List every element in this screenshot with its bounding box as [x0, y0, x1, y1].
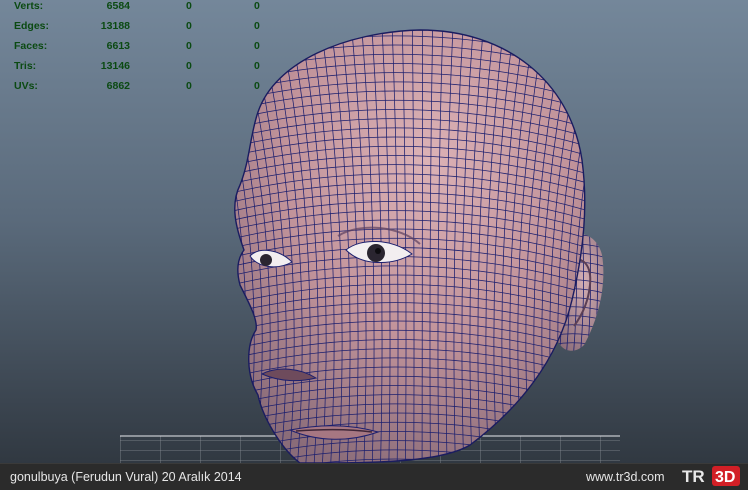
- hud-value: 0: [186, 80, 192, 92]
- svg-text:3D: 3D: [715, 469, 735, 486]
- svg-text:TR: TR: [682, 467, 705, 486]
- site-url[interactable]: www.tr3d.com: [586, 470, 665, 484]
- hud-value: 13188: [100, 20, 130, 32]
- hud-value: 6613: [106, 40, 130, 52]
- hud-value: 0: [254, 60, 260, 72]
- hud-value: 0: [254, 20, 260, 32]
- author-credit: gonulbuya (Ferudun Vural) 20 Aralık 2014: [10, 470, 242, 484]
- hud-label: UVs:: [14, 80, 38, 92]
- hud-value: 13146: [100, 60, 130, 72]
- poly-count-hud: Verts: 6584 0 0 Edges: 13188 0 0 Faces: …: [0, 0, 270, 100]
- hud-row-faces: Faces: 6613 0 0: [0, 40, 270, 60]
- hud-row-verts: Verts: 6584 0 0: [0, 0, 270, 20]
- hud-value: 6862: [106, 80, 130, 92]
- hud-value: 0: [186, 20, 192, 32]
- hud-value: 6584: [106, 0, 130, 12]
- hud-value: 0: [186, 40, 192, 52]
- hud-value: 0: [254, 0, 260, 12]
- hud-value: 0: [186, 60, 192, 72]
- hud-label: Faces:: [14, 40, 48, 52]
- hud-label: Tris:: [14, 60, 37, 72]
- hud-label: Verts:: [14, 0, 44, 12]
- footer-bar: gonulbuya (Ferudun Vural) 20 Aralık 2014…: [0, 463, 748, 490]
- hud-value: 0: [186, 0, 192, 12]
- hud-label: Edges:: [14, 20, 50, 32]
- hud-row-uvs: UVs: 6862 0 0: [0, 80, 270, 100]
- 3d-viewport[interactable]: Verts: 6584 0 0 Edges: 13188 0 0 Faces: …: [0, 0, 748, 463]
- tr3d-logo: TR 3D: [682, 466, 740, 486]
- hud-value: 0: [254, 40, 260, 52]
- hud-row-tris: Tris: 13146 0 0: [0, 60, 270, 80]
- hud-row-edges: Edges: 13188 0 0: [0, 20, 270, 40]
- hud-value: 0: [254, 80, 260, 92]
